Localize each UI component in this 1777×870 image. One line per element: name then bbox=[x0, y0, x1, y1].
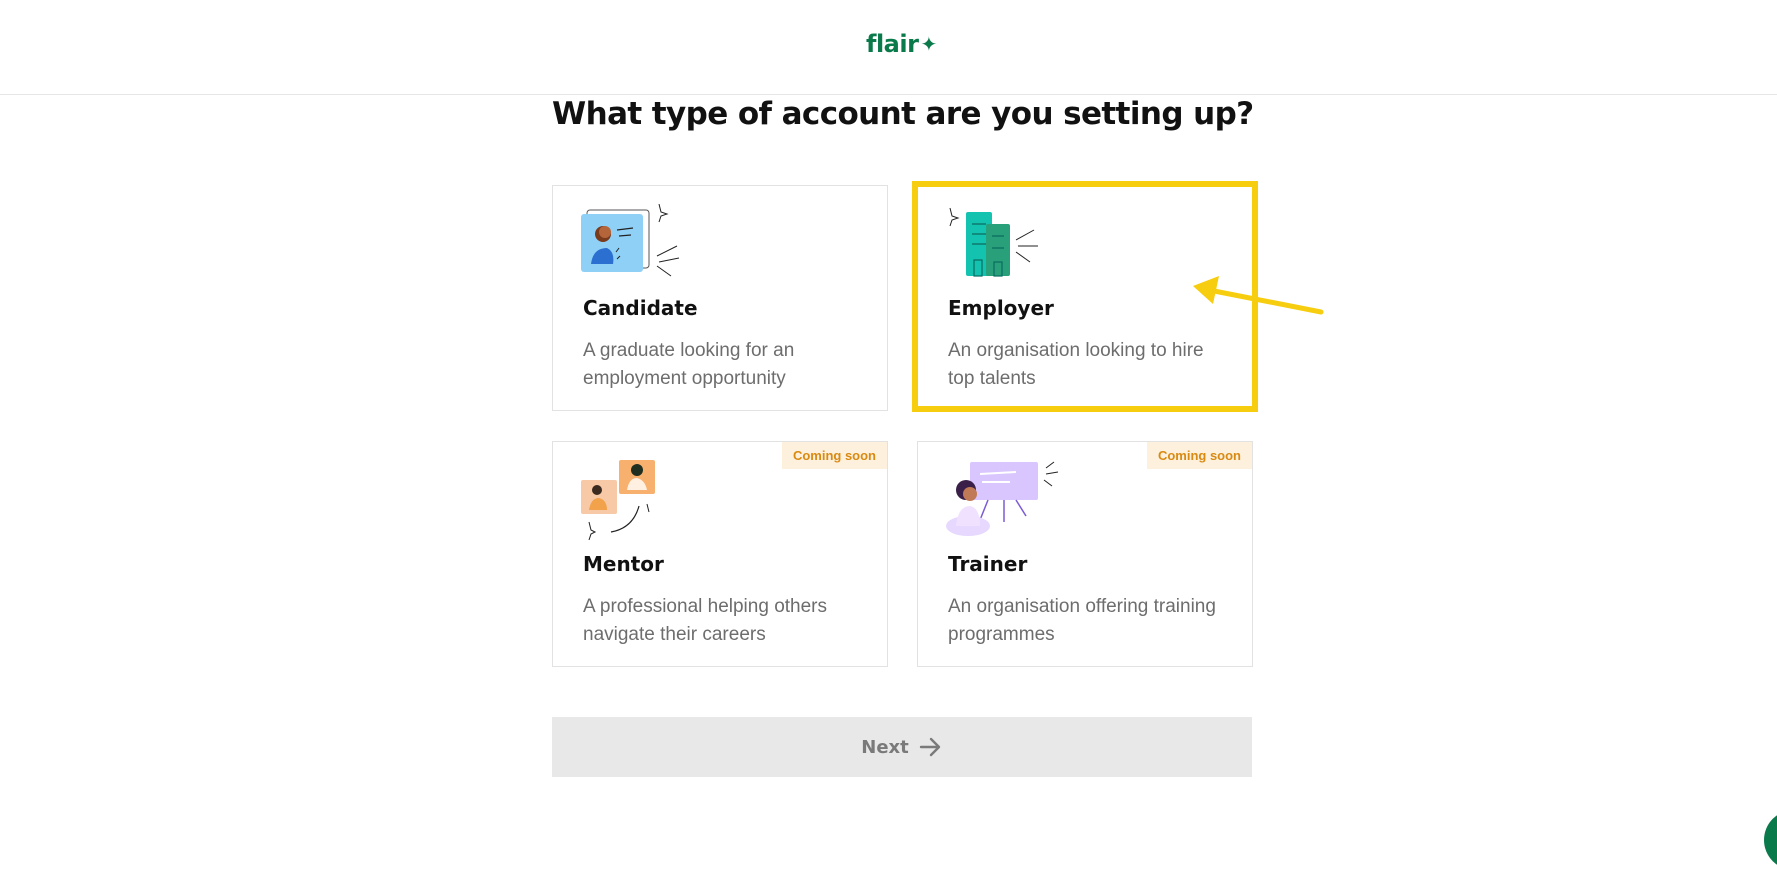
coming-soon-badge: Coming soon bbox=[1146, 442, 1252, 469]
card-title: Candidate bbox=[583, 296, 698, 320]
card-description: An organisation offering training progra… bbox=[948, 596, 1216, 645]
card-title: Employer bbox=[948, 296, 1054, 320]
card-description: A graduate looking for an employment opp… bbox=[583, 340, 795, 389]
card-title: Mentor bbox=[583, 552, 664, 576]
arrow-right-icon bbox=[919, 737, 943, 757]
flair-logo[interactable]: flair ✦ bbox=[866, 30, 937, 58]
coming-soon-badge: Coming soon bbox=[781, 442, 887, 469]
chat-launcher-button[interactable] bbox=[1764, 810, 1777, 870]
top-bar: flair ✦ bbox=[0, 0, 1777, 95]
card-description: An organisation looking to hire top tale… bbox=[948, 340, 1204, 389]
next-button[interactable]: Next bbox=[552, 717, 1252, 777]
sparkle-icon: ✦ bbox=[920, 32, 937, 56]
page-title: What type of account are you setting up? bbox=[552, 96, 1254, 132]
trainer-illustration-icon bbox=[946, 461, 1059, 536]
pointer-arrow-icon bbox=[1193, 276, 1324, 315]
card-description: A professional helping others navigate t… bbox=[583, 596, 827, 645]
account-type-candidate[interactable]: Candidate A graduate looking for an empl… bbox=[552, 185, 888, 411]
mentor-illustration-icon bbox=[581, 460, 655, 540]
candidate-illustration-icon bbox=[581, 204, 680, 277]
employer-illustration-icon bbox=[949, 207, 1038, 277]
logo-text: flair bbox=[866, 30, 919, 58]
next-label: Next bbox=[861, 736, 909, 758]
card-title: Trainer bbox=[948, 552, 1028, 576]
account-type-mentor[interactable]: Coming soon Mentor A professional helpin… bbox=[552, 441, 888, 667]
account-type-trainer[interactable]: Coming soon Trainer An organisation offe… bbox=[917, 441, 1253, 667]
